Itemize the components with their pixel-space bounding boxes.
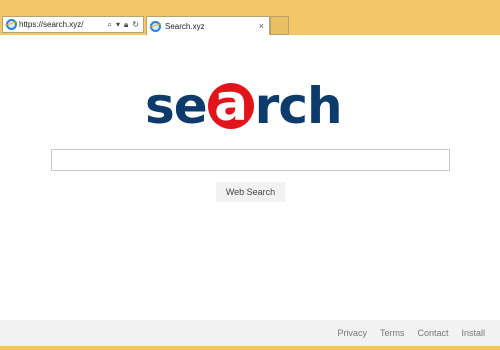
logo-suffix: rch: [254, 77, 343, 135]
new-tab-button[interactable]: [270, 16, 289, 35]
install-link[interactable]: Install: [461, 328, 485, 338]
logo-circle-letter: a: [214, 74, 248, 132]
lock-icon[interactable]: 🔒︎: [124, 20, 128, 29]
browser-window: https://search.xyz/ ⌕ ▾ 🔒︎ ↻ Search.xyz …: [0, 0, 500, 350]
web-search-button[interactable]: Web Search: [216, 182, 285, 202]
window-bottom-border: [0, 346, 500, 350]
search-input[interactable]: [51, 149, 450, 171]
tab-bar: https://search.xyz/ ⌕ ▾ 🔒︎ ↻ Search.xyz …: [0, 0, 500, 35]
tab-search[interactable]: Search.xyz ×: [146, 16, 270, 35]
contact-link[interactable]: Contact: [417, 328, 448, 338]
address-url[interactable]: https://search.xyz/: [19, 20, 108, 29]
page-content: se a rch Web Search: [0, 35, 500, 320]
search-logo: se a rch: [145, 77, 343, 135]
logo-circle: a: [207, 78, 254, 129]
close-icon[interactable]: ×: [259, 21, 264, 31]
privacy-link[interactable]: Privacy: [337, 328, 367, 338]
terms-link[interactable]: Terms: [380, 328, 405, 338]
dropdown-icon[interactable]: ▾: [116, 20, 120, 29]
address-bar[interactable]: https://search.xyz/ ⌕ ▾ 🔒︎ ↻: [2, 16, 144, 33]
refresh-icon[interactable]: ↻: [132, 20, 139, 29]
ie-icon: [6, 19, 17, 30]
footer: Privacy Terms Contact Install: [0, 320, 500, 346]
logo-prefix: se: [145, 77, 208, 135]
tab-title: Search.xyz: [165, 21, 205, 31]
search-icon[interactable]: ⌕: [108, 20, 112, 29]
ie-icon: [150, 20, 161, 32]
